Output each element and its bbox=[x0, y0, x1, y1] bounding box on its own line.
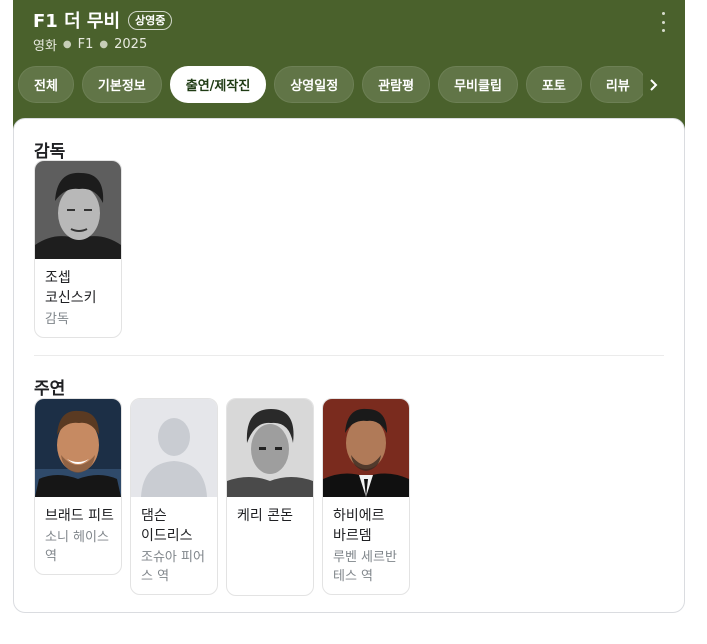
section-title-director: 감독 bbox=[34, 142, 66, 162]
subtitle-short-title: F1 bbox=[77, 37, 94, 52]
person-name: 조셉 코신스키 bbox=[45, 270, 97, 306]
person-card[interactable]: 조셉 코신스키 감독 bbox=[34, 160, 122, 338]
person-card[interactable]: 댐슨 이드리스 조슈아 피어스 역 bbox=[130, 398, 218, 595]
person-name: 케리 콘돈 bbox=[237, 508, 293, 524]
subtitle-type: 영화 bbox=[33, 39, 57, 54]
section-divider bbox=[34, 355, 664, 356]
tab-showtimes[interactable]: 상영일정 bbox=[274, 66, 355, 103]
tab-all[interactable]: 전체 bbox=[18, 66, 74, 103]
tab-photos[interactable]: 포토 bbox=[525, 66, 582, 103]
person-role: 조슈아 피어스 역 bbox=[141, 550, 205, 584]
person-name: 댐슨 이드리스 bbox=[141, 508, 193, 544]
movie-subtitle: 영화 ● F1 ● 2025 bbox=[33, 35, 147, 54]
person-photo bbox=[35, 399, 121, 497]
tab-reviews[interactable]: 리뷰 bbox=[589, 66, 643, 103]
person-card[interactable]: 하비에르 바르뎀 루벤 세르반테스 역 bbox=[322, 398, 410, 595]
subtitle-year: 2025 bbox=[114, 37, 148, 52]
tab-strip: 전체 기본정보 출연/제작진 상영일정 관람평 무비클립 포토 리뷰 bbox=[18, 66, 643, 104]
person-photo bbox=[35, 161, 121, 259]
status-badge: 상영중 bbox=[128, 10, 173, 30]
movie-title: F1 더 무비 bbox=[33, 11, 121, 32]
person-role: 감독 bbox=[45, 312, 69, 327]
tab-cast-crew[interactable]: 출연/제작진 bbox=[169, 66, 267, 103]
person-role: 소니 헤이스 역 bbox=[45, 530, 109, 564]
separator-dot-icon: ● bbox=[62, 39, 72, 50]
person-role: 루벤 세르반테스 역 bbox=[333, 550, 397, 584]
section-title-cast: 주연 bbox=[34, 379, 66, 399]
more-vert-icon[interactable] bbox=[658, 12, 668, 32]
person-name: 하비에르 바르뎀 bbox=[333, 508, 385, 544]
person-name: 브래드 피트 bbox=[45, 508, 114, 524]
tab-basic-info[interactable]: 기본정보 bbox=[81, 66, 162, 103]
person-photo bbox=[323, 399, 409, 497]
placeholder-avatar-icon bbox=[131, 399, 217, 497]
person-card[interactable]: 케리 콘돈 bbox=[226, 398, 314, 596]
person-card[interactable]: 브래드 피트 소니 헤이스 역 bbox=[34, 398, 122, 575]
cast-crew-card: 감독 조셉 코신스키 감독 주연 브래드 피트 소니 헤이스 역 댐슨 이드리스… bbox=[13, 118, 685, 613]
tab-ratings[interactable]: 관람평 bbox=[362, 66, 431, 103]
tab-movie-clips[interactable]: 무비클립 bbox=[438, 66, 518, 103]
title-row: F1 더 무비 상영중 bbox=[33, 7, 173, 33]
chevron-right-icon[interactable] bbox=[643, 74, 665, 96]
separator-dot-icon: ● bbox=[99, 39, 109, 50]
person-photo bbox=[227, 399, 313, 497]
